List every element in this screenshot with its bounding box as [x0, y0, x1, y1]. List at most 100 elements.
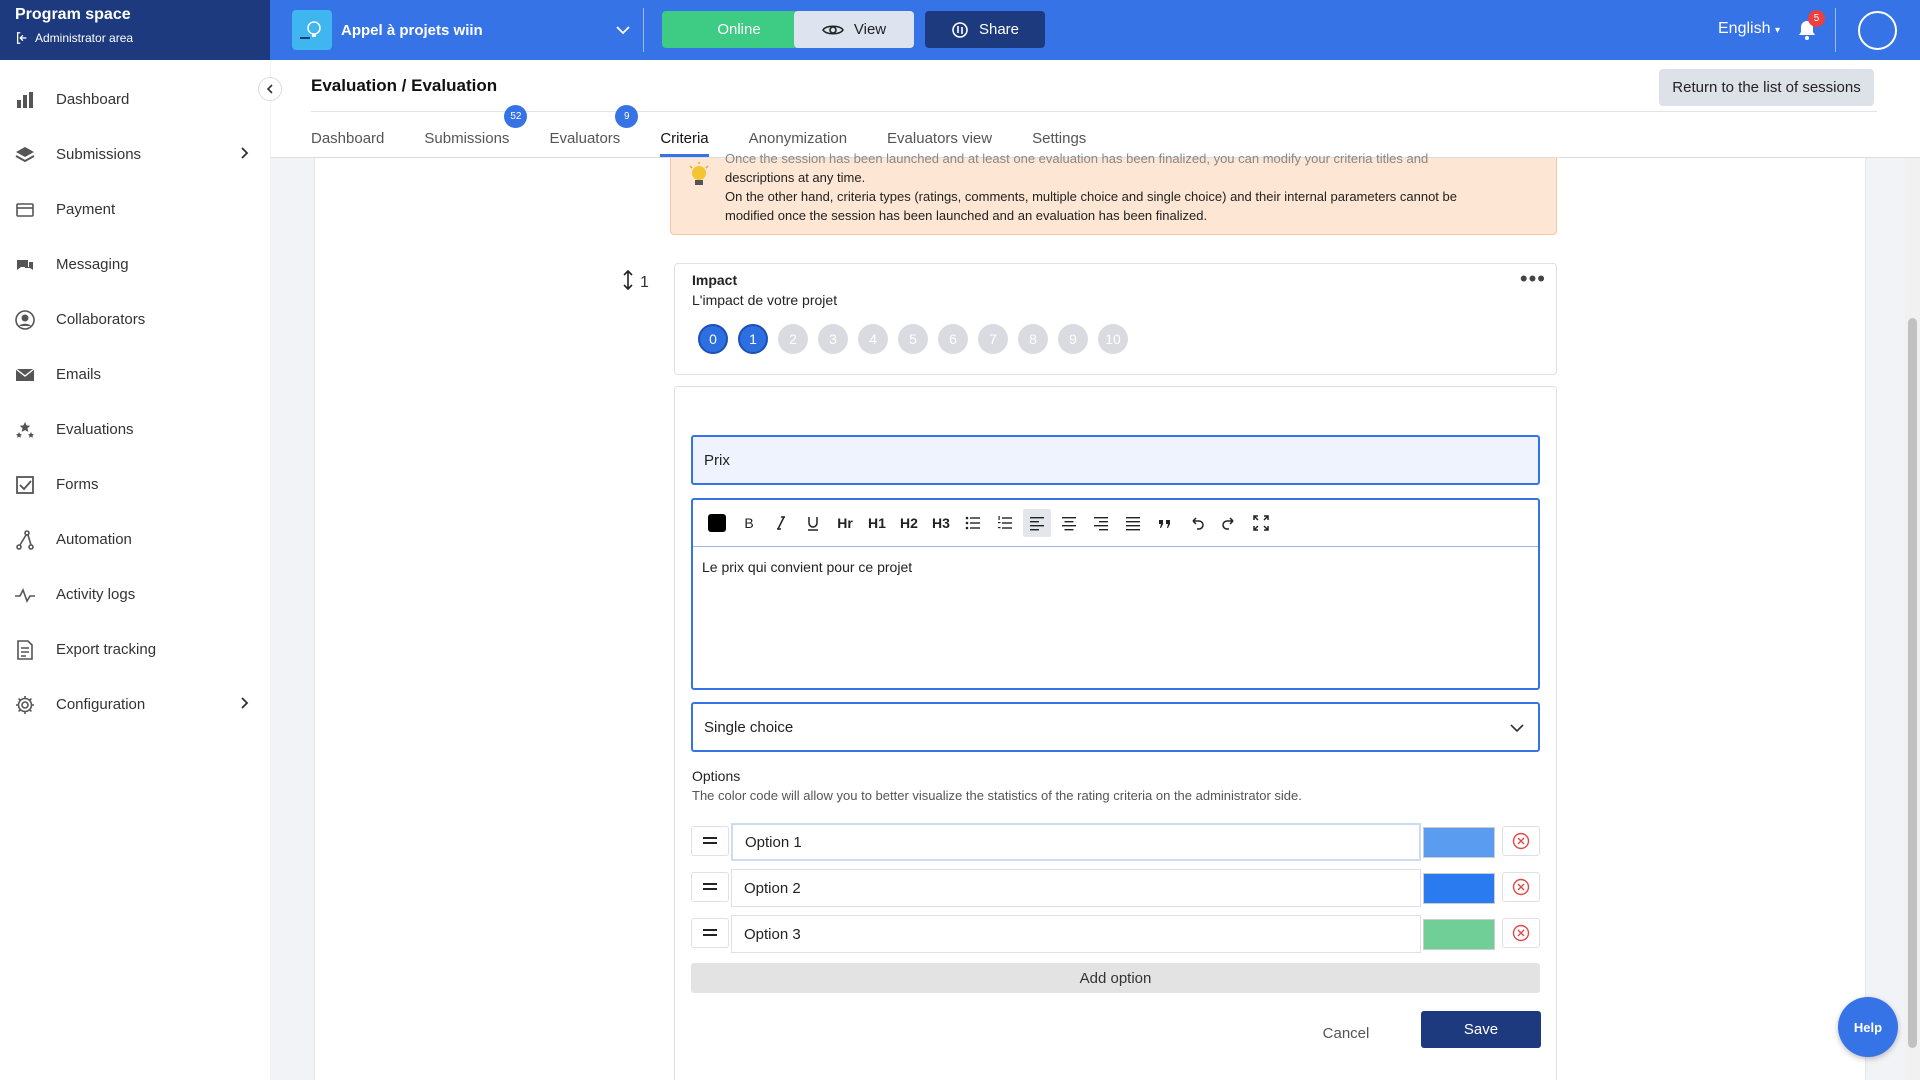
editor-content[interactable]: Le prix qui convient pour ce projet: [693, 547, 1538, 587]
return-to-sessions-button[interactable]: Return to the list of sessions: [1659, 69, 1874, 106]
tab-criteria[interactable]: Criteria: [660, 130, 710, 157]
bold-button[interactable]: B: [735, 509, 763, 537]
remove-option-button[interactable]: [1502, 872, 1540, 902]
share-button[interactable]: Share: [925, 11, 1045, 48]
hr-button[interactable]: Hr: [831, 509, 859, 537]
align-right-button[interactable]: [1087, 509, 1115, 537]
scrollbar[interactable]: [1905, 158, 1920, 1080]
tab-label: Evaluators: [549, 130, 621, 147]
fullscreen-button[interactable]: [1247, 509, 1275, 537]
options-help-text: The color code will allow you to better …: [692, 788, 1302, 803]
option-row: Option 2: [691, 869, 1540, 907]
h2-button[interactable]: H2: [895, 509, 923, 537]
scrollbar-thumb[interactable]: [1908, 318, 1917, 1048]
program-space-title: Program space: [15, 6, 131, 23]
sidebar-item-configuration[interactable]: Configuration: [0, 677, 270, 732]
drag-handle-icon[interactable]: [691, 918, 729, 948]
fullscreen-icon: [1253, 515, 1269, 531]
tab-label: Submissions: [424, 130, 510, 147]
rating-point[interactable]: 3: [818, 324, 848, 354]
numbered-list-button[interactable]: [991, 509, 1019, 537]
rating-point[interactable]: 9: [1058, 324, 1088, 354]
sidebar-item-label: Configuration: [56, 696, 146, 713]
align-justify-button[interactable]: [1119, 509, 1147, 537]
criterion-number: 1: [640, 274, 649, 291]
remove-option-button[interactable]: [1502, 918, 1540, 948]
option-row: Option 1: [691, 823, 1540, 861]
pulse-icon: [14, 584, 36, 606]
h1-button[interactable]: H1: [863, 509, 891, 537]
text-color-button[interactable]: [703, 509, 731, 537]
sidebar-item-dashboard[interactable]: Dashboard: [0, 72, 270, 127]
tab-submissions[interactable]: Submissions 52: [424, 105, 528, 156]
tab-dashboard[interactable]: Dashboard: [311, 130, 384, 156]
bar-chart-icon: [14, 89, 36, 111]
criterion-title-input[interactable]: Prix: [691, 435, 1540, 485]
criterion-type-select[interactable]: Single choice: [691, 702, 1540, 752]
sidebar-item-export-tracking[interactable]: Export tracking: [0, 622, 270, 677]
reorder-handle-icon[interactable]: [621, 270, 635, 290]
chevron-left-icon: [266, 84, 273, 94]
sidebar-item-emails[interactable]: Emails: [0, 347, 270, 402]
option-color-picker[interactable]: [1423, 873, 1495, 904]
underline-button[interactable]: [799, 509, 827, 537]
language-selector[interactable]: English ▾: [1718, 20, 1780, 38]
checkbox-icon: [14, 474, 36, 496]
rating-point[interactable]: 0: [698, 324, 728, 354]
sidebar-item-collaborators[interactable]: Collaborators: [0, 292, 270, 347]
collapse-sidebar-button[interactable]: [258, 77, 282, 101]
option-color-picker[interactable]: [1423, 919, 1495, 950]
sidebar-item-messaging[interactable]: Messaging: [0, 237, 270, 292]
rating-point[interactable]: 7: [978, 324, 1008, 354]
rating-point[interactable]: 10: [1098, 324, 1128, 354]
tab-evaluators[interactable]: Evaluators 9: [549, 105, 639, 156]
remove-option-button[interactable]: [1502, 826, 1540, 856]
criterion-description: L'impact de votre projet: [692, 292, 838, 308]
option-label-input[interactable]: Option 3: [731, 915, 1421, 953]
rating-point[interactable]: 6: [938, 324, 968, 354]
numbered-list-icon: [998, 516, 1012, 529]
project-logo: [292, 10, 332, 50]
sidebar-item-payment[interactable]: Payment: [0, 182, 270, 237]
option-color-picker[interactable]: [1423, 827, 1495, 858]
share-icon: [952, 21, 968, 38]
online-button[interactable]: Online: [662, 11, 816, 48]
sidebar-item-activity-logs[interactable]: Activity logs: [0, 567, 270, 622]
help-button[interactable]: Help: [1838, 997, 1898, 1057]
administrator-area-link[interactable]: Administrator area: [15, 31, 255, 45]
sidebar-item-evaluations[interactable]: Evaluations: [0, 402, 270, 457]
drag-handle-icon[interactable]: [691, 872, 729, 902]
more-options-icon[interactable]: •••: [1520, 266, 1546, 292]
chevron-right-icon: [241, 147, 249, 159]
redo-button[interactable]: [1215, 509, 1243, 537]
rating-point[interactable]: 8: [1018, 324, 1048, 354]
rating-point[interactable]: 1: [738, 324, 768, 354]
quote-button[interactable]: [1151, 509, 1179, 537]
quote-icon: [1159, 520, 1170, 528]
divider: [1835, 8, 1836, 52]
sidebar-item-submissions[interactable]: Submissions: [0, 127, 270, 182]
h3-button[interactable]: H3: [927, 509, 955, 537]
drag-handle-icon[interactable]: [691, 826, 729, 856]
sidebar-item-automation[interactable]: Automation: [0, 512, 270, 567]
card-icon: [14, 199, 36, 221]
sidebar-item-forms[interactable]: Forms: [0, 457, 270, 512]
view-button[interactable]: View: [794, 11, 914, 48]
rating-point[interactable]: 2: [778, 324, 808, 354]
undo-button[interactable]: [1183, 509, 1211, 537]
italic-button[interactable]: [767, 509, 795, 537]
option-label-input[interactable]: Option 2: [731, 869, 1421, 907]
align-center-button[interactable]: [1055, 509, 1083, 537]
rating-point[interactable]: 4: [858, 324, 888, 354]
add-option-button[interactable]: Add option: [691, 963, 1540, 993]
cancel-button[interactable]: Cancel: [1305, 1015, 1387, 1052]
bullet-list-button[interactable]: [959, 509, 987, 537]
avatar[interactable]: [1858, 11, 1897, 50]
option-label-input[interactable]: Option 1: [731, 823, 1421, 861]
underline-icon: [808, 517, 818, 531]
align-left-button[interactable]: [1023, 509, 1051, 537]
save-button[interactable]: Save: [1421, 1011, 1541, 1048]
project-selector[interactable]: Appel à projets wiin: [292, 10, 632, 50]
criterion-edit-card: Prix B Hr H1 H2 H3 Le prix qui convient …: [674, 386, 1557, 1080]
rating-point[interactable]: 5: [898, 324, 928, 354]
